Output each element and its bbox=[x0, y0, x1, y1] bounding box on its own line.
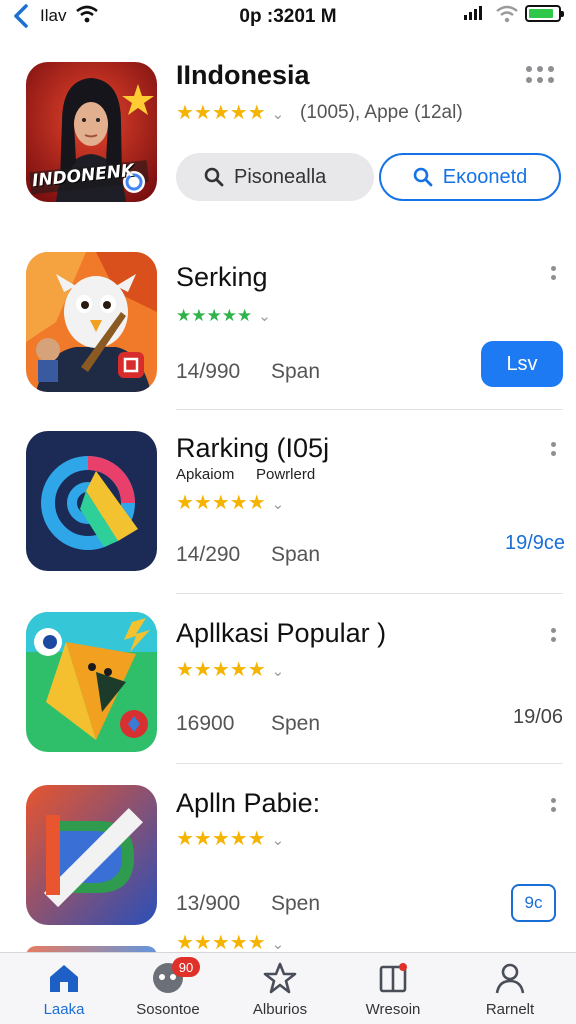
home-icon bbox=[50, 965, 78, 992]
app-span-label: Spen bbox=[271, 712, 321, 735]
more-options-icon[interactable] bbox=[548, 798, 558, 812]
tab-bar: Laaka 90 Sosontoe Alburios Wresoin Rarne… bbox=[0, 952, 576, 1024]
app-span-label: Span bbox=[271, 360, 321, 383]
star-rating: ★★★★★ ⌄ bbox=[176, 492, 285, 514]
search-icon bbox=[413, 167, 433, 187]
chevron-down-icon: ⌄ bbox=[258, 308, 271, 325]
app-title[interactable]: Serking bbox=[176, 262, 268, 293]
star-rating: ★★★★★ ⌄ bbox=[176, 659, 285, 681]
app-subtitle-right: Powrlerd bbox=[256, 466, 316, 483]
chevron-down-icon: ⌄ bbox=[271, 496, 285, 513]
chevron-down-icon: ⌄ bbox=[271, 663, 285, 680]
star-rating: ★★★★★ ⌄ bbox=[176, 828, 285, 850]
app-span-label: Span bbox=[271, 543, 321, 566]
app-icon-aplln-pabie[interactable] bbox=[26, 785, 157, 925]
app-title[interactable]: Aplln Pabie: bbox=[176, 788, 320, 819]
more-options-icon[interactable] bbox=[548, 266, 558, 280]
price-label[interactable]: 19/06 bbox=[513, 706, 563, 729]
tab-label: Laaka bbox=[43, 1001, 85, 1018]
app-size: 14/990 bbox=[176, 360, 241, 383]
app-title[interactable]: Rarking (I05j bbox=[176, 433, 329, 464]
tab-label: Wresoin bbox=[365, 1001, 421, 1018]
app-span-label: Spen bbox=[271, 892, 321, 915]
star-apps-icon bbox=[263, 962, 297, 994]
app-icon-ranking[interactable] bbox=[26, 431, 157, 571]
search-button-label: Pisonealla bbox=[234, 165, 327, 188]
app-icon-indonesia[interactable]: INDONENK bbox=[26, 62, 157, 202]
star-rating: ★★★★★ ⌄ bbox=[176, 306, 271, 325]
tab-apps[interactable]: Alburios bbox=[230, 959, 330, 1023]
tab-label: Sosontoe bbox=[136, 1001, 200, 1018]
tab-account[interactable]: Rarnelt bbox=[460, 959, 560, 1023]
person-icon bbox=[495, 963, 525, 994]
tab-label: Rarnelt bbox=[485, 1001, 535, 1018]
row-divider bbox=[176, 593, 563, 594]
app-icon-serking[interactable] bbox=[26, 252, 157, 392]
battery-icon bbox=[525, 5, 564, 22]
tab-games[interactable]: 90 Sosontoe bbox=[118, 957, 218, 1023]
get-button[interactable]: Lsv bbox=[481, 341, 563, 387]
star-rating: ★★★★★ ⌄ bbox=[176, 102, 285, 124]
more-options-icon[interactable] bbox=[548, 442, 558, 456]
rating-count: (1005), Appe (12al) bbox=[300, 102, 463, 123]
chevron-down-icon: ⌄ bbox=[271, 106, 285, 123]
app-title[interactable]: Apllkasi Popular ) bbox=[176, 618, 386, 649]
app-subtitle-left: Apkaiom bbox=[176, 466, 235, 483]
app-size: 14/290 bbox=[176, 543, 241, 566]
price-button[interactable]: 19/9ce bbox=[505, 532, 565, 555]
tab-arcade[interactable]: Wresoin bbox=[343, 959, 443, 1023]
grid-menu-icon[interactable] bbox=[526, 66, 558, 90]
status-time: 0p :3201 M bbox=[239, 6, 337, 27]
open-button-label: Eκoonetd bbox=[442, 165, 528, 188]
tab-today[interactable]: Laaka bbox=[14, 959, 114, 1023]
search-icon bbox=[204, 167, 224, 187]
row-divider bbox=[176, 409, 563, 410]
notification-badge: 90 bbox=[172, 957, 200, 977]
app-size: 16900 bbox=[176, 712, 235, 735]
search-button[interactable]: Pisonealla bbox=[176, 153, 374, 201]
cell-signal-icon bbox=[464, 6, 482, 20]
status-bar: Ilav 0p :3201 M bbox=[0, 0, 576, 34]
app-size: 13/900 bbox=[176, 892, 241, 915]
app-icon-aplikasi-popular[interactable] bbox=[26, 612, 157, 752]
get-button[interactable]: 9c bbox=[511, 884, 556, 922]
tab-label: Alburios bbox=[252, 1001, 308, 1018]
more-options-icon[interactable] bbox=[548, 628, 558, 642]
app-title[interactable]: IIndonesia bbox=[176, 60, 310, 91]
open-button[interactable]: Eκoonetd bbox=[379, 153, 561, 201]
wifi-icon bbox=[496, 5, 518, 23]
row-divider bbox=[176, 763, 563, 764]
chevron-down-icon: ⌄ bbox=[271, 832, 285, 849]
book-icon bbox=[379, 963, 407, 993]
